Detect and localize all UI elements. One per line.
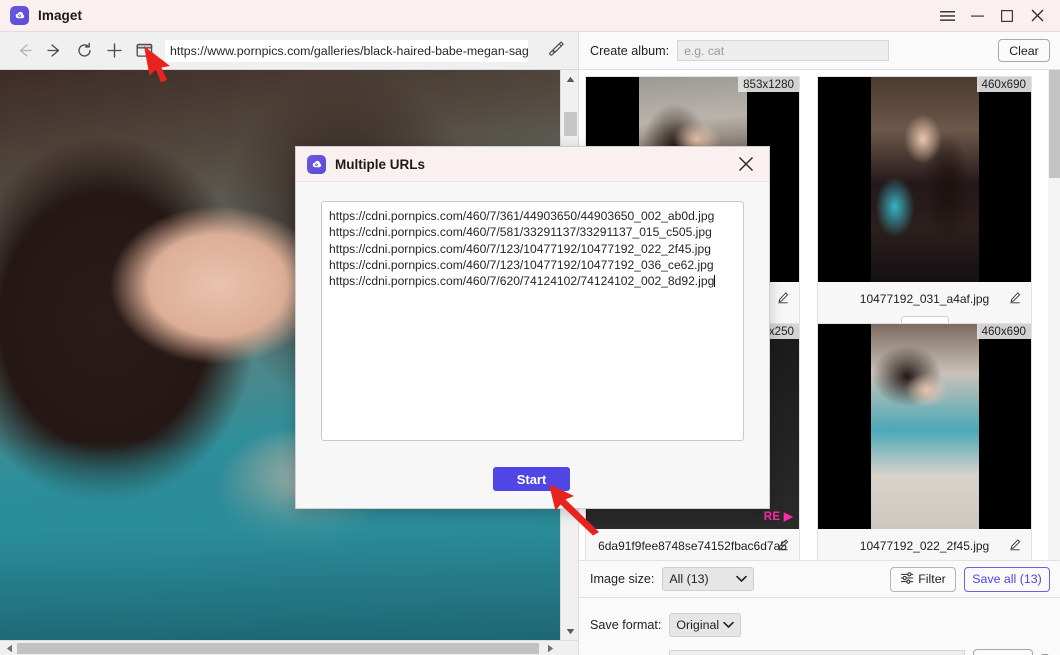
plus-icon[interactable] <box>99 36 129 66</box>
scroll-down-icon[interactable] <box>561 622 579 640</box>
dialog-header: Multiple URLs <box>296 147 769 182</box>
url-input[interactable]: https://www.pornpics.com/galleries/black… <box>165 39 529 62</box>
scroll-up-icon[interactable] <box>561 70 579 88</box>
title-bar: Imaget <box>0 0 1060 32</box>
browser-toolbar: https://www.pornpics.com/galleries/black… <box>0 32 578 70</box>
image-size-value: All (13) <box>669 572 709 586</box>
filter-button[interactable]: Filter <box>890 566 956 592</box>
save-format-value: Original <box>676 618 720 632</box>
save-all-button[interactable]: Save all (13) <box>964 566 1050 592</box>
filter-label: Filter <box>918 572 946 586</box>
save-format-row: Save format: Original <box>579 610 1060 640</box>
url-line: https://cdni.pornpics.com/460/7/620/7412… <box>329 273 736 289</box>
save-format-label: Save format: <box>590 618 662 632</box>
url-line: https://cdni.pornpics.com/460/7/581/3329… <box>329 225 712 240</box>
dialog-logo-icon <box>307 154 326 174</box>
thumbnail-art <box>870 324 979 529</box>
grid-scroll-thumb[interactable] <box>1049 70 1060 178</box>
thumbnail-card[interactable]: 460x690 10477192_022_2f45.jpg Save <box>817 323 1032 560</box>
image-dimensions: 853x1280 <box>738 77 799 92</box>
chevron-down-icon <box>723 618 735 632</box>
filename-text: 10477192_031_a4af.jpg <box>859 292 990 306</box>
thumbnail-filename-row: 10477192_031_a4af.jpg <box>818 282 1031 316</box>
app-logo-icon <box>10 6 29 25</box>
minimize-icon[interactable] <box>962 0 992 32</box>
create-album-input[interactable]: e.g. cat <box>677 40 890 61</box>
clear-button[interactable]: Clear <box>998 39 1050 62</box>
ad-badge[interactable]: RE ▶ <box>764 509 793 523</box>
edit-pencil-icon[interactable] <box>1009 292 1021 307</box>
forward-arrow-icon[interactable] <box>39 36 69 66</box>
edit-pencil-icon[interactable] <box>777 292 789 307</box>
image-dimensions: 460x690 <box>976 77 1031 92</box>
viewport-horizontal-scrollbar[interactable] <box>0 640 578 655</box>
back-arrow-icon[interactable] <box>9 36 39 66</box>
filter-icon <box>900 571 914 588</box>
thumbnail-art <box>870 77 979 282</box>
horizontal-scroll-thumb[interactable] <box>17 643 539 654</box>
filename-text: 6da91f9fee8748se74152fbac6d7a5 <box>598 539 787 553</box>
brush-icon <box>547 39 566 63</box>
edit-pencil-icon[interactable] <box>777 539 789 554</box>
close-icon[interactable] <box>1022 0 1052 32</box>
create-album-placeholder: e.g. cat <box>684 43 725 58</box>
thumbnail-image[interactable]: 460x690 <box>818 324 1031 529</box>
window-controls <box>932 0 1060 32</box>
chevron-down-icon <box>736 572 748 586</box>
file-location-row: File location: C:\Users\mobeesoft\Pictur… <box>579 646 1060 655</box>
reload-icon[interactable] <box>69 36 99 66</box>
maximize-icon[interactable] <box>992 0 1022 32</box>
app-title: Imaget <box>38 8 83 23</box>
thumbnail-filename-row: 6da91f9fee8748se74152fbac6d7a5 <box>586 529 799 560</box>
menu-icon[interactable] <box>932 0 962 32</box>
window-icon[interactable] <box>129 36 159 66</box>
create-album-row: Create album: e.g. cat Clear <box>579 32 1060 70</box>
image-size-label: Image size: <box>590 572 655 586</box>
image-size-select[interactable]: All (13) <box>662 567 755 591</box>
file-location-input[interactable]: C:\Users\mobeesoft\Pictures\imaget <box>668 649 965 655</box>
start-button[interactable]: Start <box>493 467 570 491</box>
thumbnail-image[interactable]: 460x690 <box>818 77 1031 282</box>
url-line: https://cdni.pornpics.com/460/7/123/1047… <box>329 241 711 256</box>
dialog-title: Multiple URLs <box>335 156 425 172</box>
scroll-right-icon[interactable] <box>543 641 558 655</box>
url-line: https://cdni.pornpics.com/460/7/123/1047… <box>329 257 714 272</box>
change-location-button[interactable]: Change <box>972 649 1033 655</box>
grid-vertical-scrollbar[interactable] <box>1048 70 1060 560</box>
image-size-bar: Image size: All (13) Filter Save all (13… <box>579 560 1060 598</box>
thumbnail-filename-row: 10477192_022_2f45.jpg <box>818 529 1031 560</box>
imaget-app-window: Imaget https://www.pornpics.com/gallerie… <box>0 0 1060 655</box>
edit-pencil-icon[interactable] <box>1009 539 1021 554</box>
scroll-left-icon[interactable] <box>2 641 17 655</box>
thumbnail-card[interactable]: 460x690 10477192_031_a4af.jpg Save <box>817 76 1032 348</box>
dialog-close-icon[interactable] <box>735 153 757 175</box>
url-line: https://cdni.pornpics.com/460/7/361/4490… <box>329 209 715 223</box>
filename-text: 10477192_022_2f45.jpg <box>859 539 990 553</box>
image-dimensions: 460x690 <box>976 324 1031 339</box>
cleaner-button[interactable] <box>534 39 578 63</box>
url-text: https://www.pornpics.com/galleries/black… <box>170 43 529 58</box>
urls-textarea[interactable]: https://cdni.pornpics.com/460/7/361/4490… <box>321 201 744 441</box>
multiple-urls-dialog: Multiple URLs https://cdni.pornpics.com/… <box>295 146 770 509</box>
create-album-label: Create album: <box>590 43 670 58</box>
save-format-select[interactable]: Original <box>669 613 742 637</box>
viewport-scroll-thumb[interactable] <box>564 112 577 136</box>
